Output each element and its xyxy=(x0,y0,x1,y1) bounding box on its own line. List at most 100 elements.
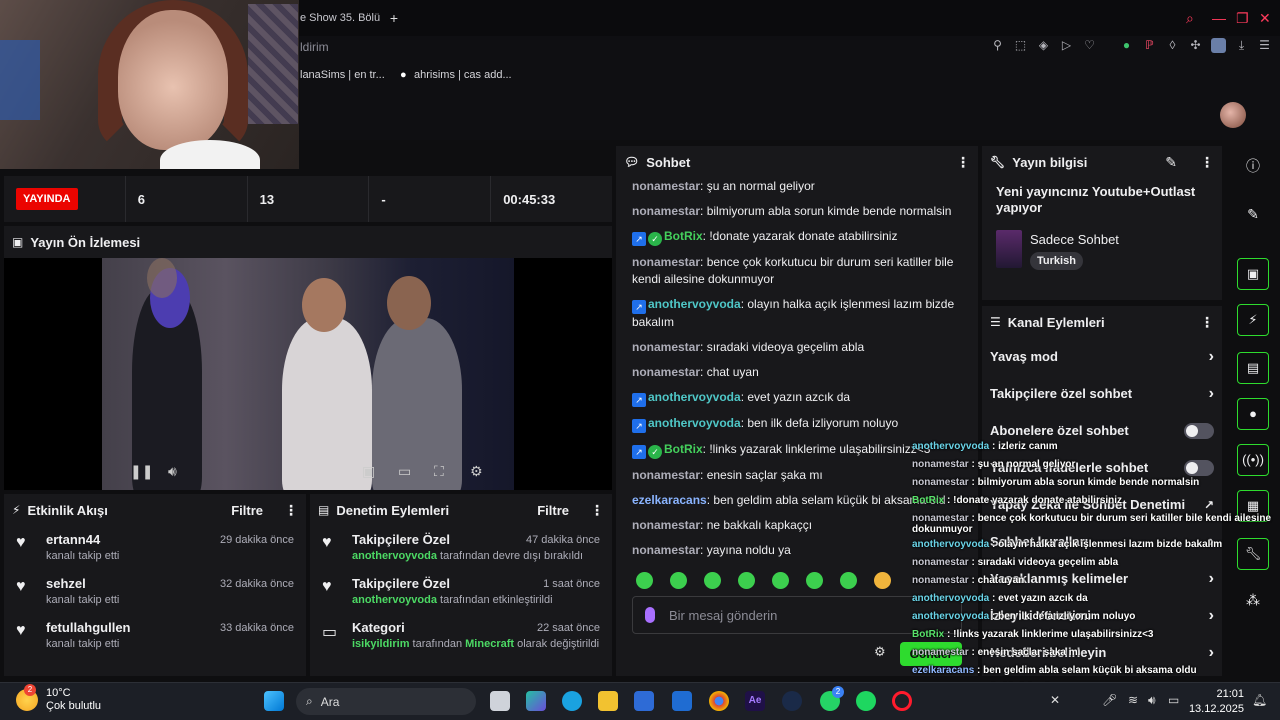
action-slow-mode[interactable]: Yavaş mod › xyxy=(982,338,1222,375)
chat-input[interactable]: Bir mesaj gönderin xyxy=(632,596,962,634)
tray-x-icon[interactable]: ✕ xyxy=(1050,693,1060,707)
more-icon[interactable]: ⋮ xyxy=(284,502,298,519)
mic-icon[interactable]: 🎤︎ xyxy=(1102,693,1117,707)
vpn-icon[interactable]: ◊ xyxy=(1165,38,1180,53)
taskbar-search[interactable]: ⌕ Ara xyxy=(296,688,476,715)
emote-icon[interactable] xyxy=(636,572,653,589)
wifi-icon[interactable]: ≋ xyxy=(1128,693,1138,707)
theater-icon[interactable]: ▭ xyxy=(398,463,411,480)
emote-icon[interactable] xyxy=(704,572,721,589)
copilot-icon[interactable] xyxy=(526,691,546,711)
bookmark-2[interactable]: ahrisims | cas add... xyxy=(414,69,512,81)
extension-icon[interactable]: ℙ xyxy=(1142,38,1157,53)
preview-toggle-icon[interactable]: ▣ xyxy=(1237,258,1269,290)
chat-toggle-icon[interactable]: ● xyxy=(1237,398,1269,430)
bolt-icon[interactable]: ⚡︎ xyxy=(1237,304,1269,336)
live-status: YAYINDA xyxy=(4,176,126,222)
restore-icon[interactable]: ❐ xyxy=(1236,10,1249,27)
stream-preview[interactable]: ❚❚ 🔊︎ ▣ ▭ ⛶ ⚙ xyxy=(4,258,612,490)
notes-icon[interactable]: ▤ xyxy=(1237,352,1269,384)
play-icon[interactable]: ▷ xyxy=(1059,38,1074,53)
mic-icon[interactable] xyxy=(645,607,655,623)
after-effects-icon[interactable]: Ae xyxy=(745,691,765,711)
notification-icon[interactable]: 🔔︎ xyxy=(1252,693,1267,707)
send-button[interactable]: Gönder xyxy=(900,642,962,666)
pause-icon[interactable]: ❚❚ xyxy=(130,463,153,480)
pin-icon[interactable]: ⚲ xyxy=(990,38,1005,53)
outlook-icon[interactable] xyxy=(672,691,692,711)
new-tab-icon[interactable]: + xyxy=(386,10,402,26)
emote-icon[interactable] xyxy=(874,572,891,589)
volume-icon[interactable]: 🔊︎ xyxy=(1148,693,1156,708)
moderation-filter-button[interactable]: Filtre xyxy=(537,503,569,518)
store-icon[interactable] xyxy=(634,691,654,711)
clock[interactable]: 21:01 13.12.2025 xyxy=(1189,687,1244,717)
search-icon[interactable]: ⌕ xyxy=(1186,10,1194,27)
emote-icon[interactable] xyxy=(670,572,687,589)
emote-icon[interactable] xyxy=(806,572,823,589)
screenshot-icon[interactable]: ⬚ xyxy=(1013,38,1028,53)
action-emote-only[interactable]: Yalnızca ifadelerle sohbet xyxy=(982,449,1222,486)
action-viewer-management[interactable]: İzleyici Yönetimi › xyxy=(982,597,1222,634)
info-icon[interactable]: ⓘ xyxy=(1237,150,1269,182)
close-icon[interactable]: ✕ xyxy=(1259,10,1271,27)
edit-icon[interactable]: ✎ xyxy=(1165,154,1177,171)
action-subs-only[interactable]: Abonelere özel sohbet xyxy=(982,412,1222,449)
emote-only-toggle[interactable] xyxy=(1184,459,1214,476)
extension-icon[interactable]: ● xyxy=(1119,38,1134,53)
start-icon[interactable] xyxy=(264,691,284,711)
bookmark-1[interactable]: lanaSims | en tr... xyxy=(300,69,385,81)
browser-tab[interactable]: e Show 35. Bölü xyxy=(300,12,380,24)
emote-icon[interactable] xyxy=(772,572,789,589)
whatsapp-icon[interactable]: 2 xyxy=(820,686,844,711)
layout-icon[interactable]: ▦ xyxy=(1237,490,1269,522)
task-view-icon[interactable] xyxy=(490,691,510,711)
menu-icon[interactable]: ☰ xyxy=(1257,38,1272,53)
download-icon[interactable]: ⤓ xyxy=(1234,38,1249,53)
minimize-icon[interactable]: — xyxy=(1212,10,1226,26)
wrench-icon[interactable]: 🔧︎ xyxy=(1237,538,1269,570)
subs-only-toggle[interactable] xyxy=(1184,422,1214,439)
pip-icon[interactable]: ▣ xyxy=(362,463,375,480)
more-icon[interactable]: ⋮ xyxy=(1200,154,1214,171)
chat-settings-icon[interactable]: ⚙ xyxy=(874,644,886,660)
profile-icon[interactable] xyxy=(1211,38,1226,53)
action-chat-rules[interactable]: Sohbet kuralları › xyxy=(982,523,1222,560)
address-bar[interactable]: ldirim xyxy=(300,40,329,54)
activity-filter-button[interactable]: Filtre xyxy=(231,503,263,518)
steam-icon[interactable] xyxy=(782,691,802,711)
shield-icon[interactable]: ◈ xyxy=(1036,38,1051,53)
category-name[interactable]: Sadece Sohbet xyxy=(1030,232,1119,247)
avatar[interactable] xyxy=(1220,102,1246,128)
action-ai-moderation[interactable]: Yapay Zeka ile Sohbet Denetimi ↗ xyxy=(982,486,1222,523)
more-icon[interactable]: ⋮ xyxy=(590,502,604,519)
explorer-icon[interactable] xyxy=(598,691,618,711)
emote-icon[interactable] xyxy=(738,572,755,589)
more-icon[interactable]: ⋮ xyxy=(1200,314,1214,331)
volume-icon[interactable]: 🔊︎ xyxy=(168,463,177,480)
weather-widget[interactable]: 2 10°C Çok bulutlu xyxy=(16,684,101,713)
apps-icon[interactable]: ⁂ xyxy=(1237,584,1269,616)
emote-bar xyxy=(636,572,891,589)
preview-title: Yayın Ön İzlemesi xyxy=(30,234,141,250)
action-banned-words[interactable]: Yasaklanmış kelimeler › xyxy=(982,560,1222,597)
puzzle-icon[interactable]: ✣ xyxy=(1188,38,1203,53)
action-set-goals[interactable]: Hedefleri belirleyin › xyxy=(982,634,1222,671)
edge-icon[interactable] xyxy=(562,691,582,711)
emote-icon[interactable] xyxy=(840,572,857,589)
pencil-icon[interactable]: ✎ xyxy=(1237,198,1269,230)
heart-icon[interactable]: ♡ xyxy=(1082,38,1097,53)
fullscreen-icon[interactable]: ⛶ xyxy=(434,463,444,480)
more-icon[interactable]: ⋮ xyxy=(956,154,970,171)
sub-count: - xyxy=(369,176,492,222)
battery-icon[interactable]: ▭ xyxy=(1168,693,1179,707)
broadcast-icon[interactable]: ((•)) xyxy=(1237,444,1269,476)
settings-icon[interactable]: ⚙ xyxy=(470,463,483,480)
opera-icon[interactable] xyxy=(892,691,912,711)
action-followers-only[interactable]: Takipçilere özel sohbet › xyxy=(982,375,1222,412)
category-thumbnail[interactable] xyxy=(996,230,1022,268)
language-tag: Turkish xyxy=(1030,252,1083,270)
chrome-icon[interactable] xyxy=(709,691,729,711)
spotify-icon[interactable] xyxy=(856,691,876,711)
divider xyxy=(1105,38,1111,53)
